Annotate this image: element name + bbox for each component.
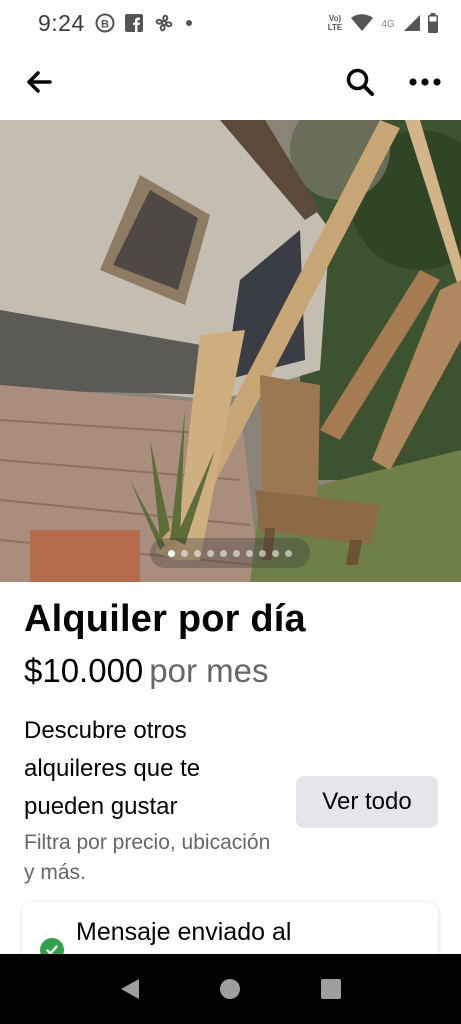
status-left-icons: B [95, 12, 193, 34]
wifi-icon [351, 14, 373, 32]
recents-square-icon [320, 979, 341, 999]
pagination-dot[interactable] [181, 549, 188, 557]
pagination-dot[interactable] [285, 549, 292, 557]
app-bar-actions [345, 67, 441, 97]
pagination-dot[interactable] [207, 549, 214, 557]
dot-icon [185, 19, 193, 27]
listing-title: Alquiler por día [24, 598, 306, 640]
pagination-dot[interactable] [272, 549, 279, 557]
photo-pagination [150, 538, 310, 568]
search-icon [346, 68, 374, 96]
battery-icon [427, 13, 439, 33]
signal-icon [403, 14, 421, 32]
pagination-dot[interactable] [194, 549, 201, 557]
status-bar: 9:24 B Vo) LTE 4G [0, 0, 461, 46]
listing-price: $10.000 [24, 652, 144, 689]
pagination-dot[interactable] [246, 549, 253, 557]
discover-section: Descubre otros alquileres que te pueden … [24, 712, 284, 888]
back-triangle-icon [121, 979, 140, 999]
more-button[interactable] [409, 78, 441, 86]
b-circle-icon: B [95, 13, 115, 33]
svg-text:Vo): Vo) [329, 14, 342, 23]
discover-subtext: Filtra por precio, ubicación y más. [24, 831, 271, 884]
pagination-dot[interactable] [233, 549, 240, 557]
pagination-dot[interactable] [220, 549, 227, 557]
system-nav-bar [0, 954, 461, 1024]
nav-home-button[interactable] [210, 969, 250, 1009]
discover-heading: Descubre otros alquileres que te pueden … [24, 717, 201, 820]
network-label: 4G [381, 19, 395, 30]
listing-photo-illustration [0, 120, 461, 582]
volte-icon: Vo) LTE [325, 13, 345, 33]
pagination-dot-active[interactable] [168, 549, 175, 557]
message-sent-text: Mensaje enviado al [76, 918, 292, 946]
nav-back-button[interactable] [110, 969, 150, 1009]
facebook-icon [124, 14, 143, 32]
nav-recents-button[interactable] [311, 969, 351, 1009]
back-button[interactable] [26, 71, 52, 93]
home-circle-icon [220, 979, 241, 999]
status-time: 9:24 [38, 9, 85, 36]
4g-icon: 4G [379, 16, 397, 30]
pagination-dot[interactable] [259, 549, 266, 557]
price-period: por mes [149, 652, 269, 689]
arrow-left-icon [27, 71, 52, 93]
listing-photo[interactable] [0, 120, 461, 582]
search-button[interactable] [345, 67, 375, 97]
status-right-icons: Vo) LTE 4G [325, 13, 439, 33]
price-row: $10.000 por mes [24, 652, 269, 690]
svg-text:LTE: LTE [328, 23, 343, 32]
more-horizontal-icon [409, 78, 441, 86]
app-bar [0, 46, 461, 118]
see-all-button[interactable]: Ver todo [296, 776, 438, 828]
svg-text:B: B [101, 19, 109, 31]
fan-icon [153, 12, 175, 34]
